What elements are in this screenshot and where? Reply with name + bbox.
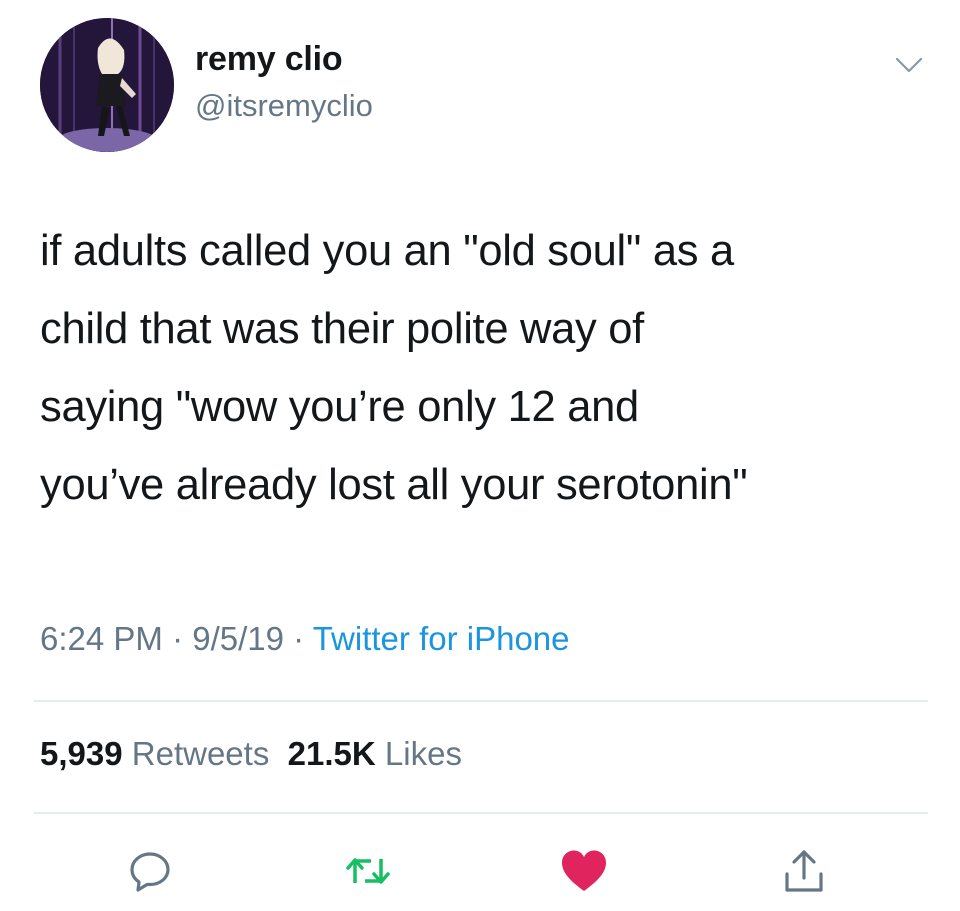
tweet-text-line: child that was their polite way of <box>40 305 644 353</box>
reply-icon <box>130 852 170 892</box>
tweet-header: remy clio @itsremyclio <box>40 18 930 158</box>
likes-label: Likes <box>384 735 462 772</box>
avatar-image <box>40 18 174 152</box>
meta-separator: · <box>162 620 193 657</box>
author-name[interactable]: remy clio <box>195 40 343 79</box>
likes-count: 21.5K <box>287 735 376 772</box>
avatar[interactable] <box>40 18 174 152</box>
tweet-text-line: saying "wow you’re only 12 and <box>40 383 639 431</box>
share-button[interactable] <box>776 845 832 897</box>
divider <box>34 812 928 814</box>
retweet-icon <box>346 858 390 884</box>
meta-separator: · <box>283 620 313 657</box>
likes-stat[interactable]: 21.5K Likes <box>288 735 462 772</box>
retweets-count: 5,939 <box>40 735 123 772</box>
tweet-source-link[interactable]: Twitter for iPhone <box>313 620 570 657</box>
heart-icon <box>562 850 606 891</box>
retweets-label: Retweets <box>131 735 270 772</box>
tweet-text-line: you’ve already lost all your serotonin" <box>40 461 748 509</box>
share-icon <box>785 850 823 892</box>
tweet-text: if adults called you an "old soul" as a … <box>40 212 920 524</box>
like-button[interactable] <box>556 845 612 897</box>
tweet-time[interactable]: 6:24 PM <box>40 620 163 657</box>
tweet-meta: 6:24 PM · 9/5/19 · Twitter for iPhone <box>40 620 570 658</box>
tweet-stats: 5,939 Retweets 21.5K Likes <box>40 735 462 773</box>
reply-button[interactable] <box>122 845 178 897</box>
tweet-text-line: if adults called you an "old soul" as a <box>40 227 734 275</box>
retweets-stat[interactable]: 5,939 Retweets <box>40 735 269 772</box>
retweet-button[interactable] <box>340 845 396 897</box>
author-handle[interactable]: @itsremyclio <box>195 88 373 124</box>
chevron-down-icon[interactable] <box>894 54 924 76</box>
tweet-date[interactable]: 9/5/19 <box>192 620 284 657</box>
divider <box>34 700 928 702</box>
